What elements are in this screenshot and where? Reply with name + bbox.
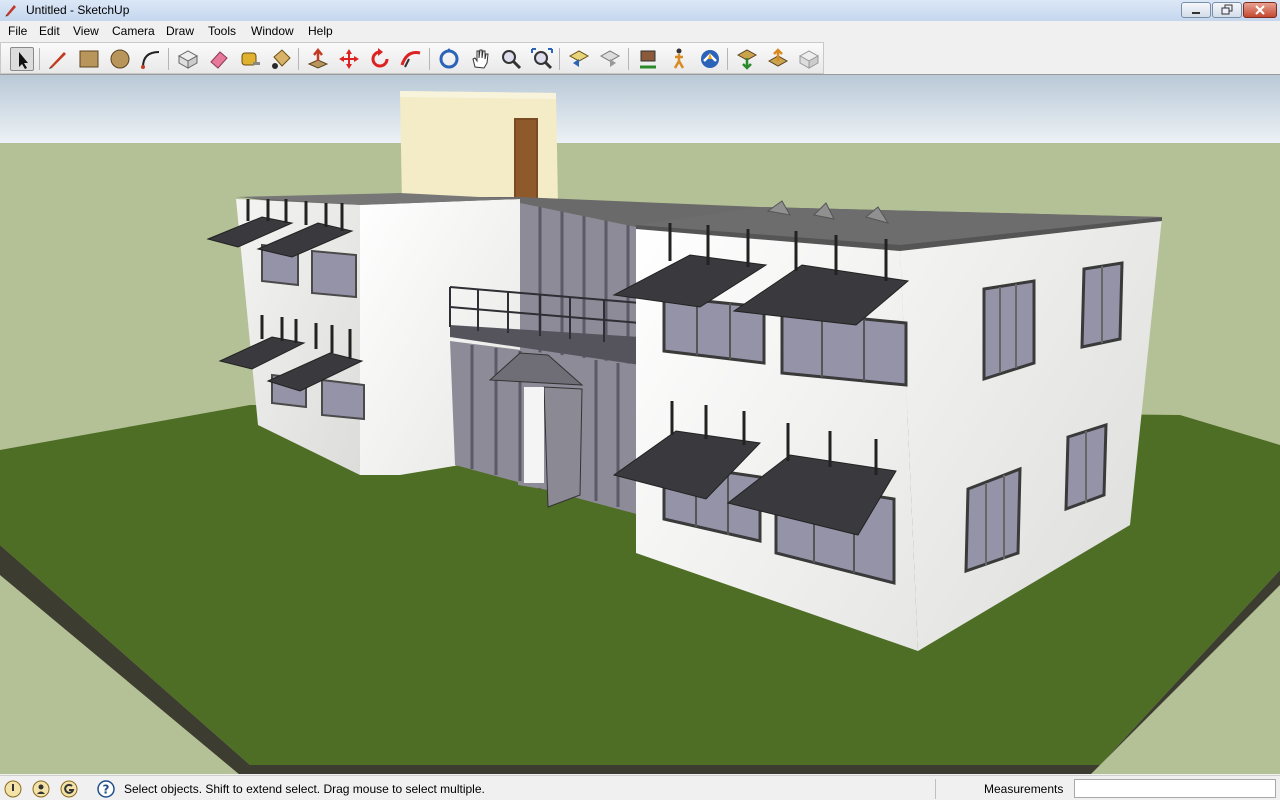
tape-measure-button[interactable] (238, 47, 262, 71)
status-bar: ? Select objects. Shift to extend select… (0, 775, 1280, 800)
measurements-input[interactable] (1074, 779, 1276, 798)
close-button[interactable] (1243, 2, 1277, 18)
follow-me-icon (400, 51, 421, 68)
zoom-extents-icon (531, 48, 553, 70)
pan-tool-button[interactable] (468, 47, 492, 71)
menu-tools[interactable]: Tools (208, 24, 236, 38)
push-pull-button[interactable] (306, 47, 330, 71)
zoom-extents-button[interactable] (530, 47, 554, 71)
follow-me-button[interactable] (399, 47, 423, 71)
share-component-button[interactable] (797, 47, 821, 71)
paint-bucket-icon (272, 49, 291, 69)
geo-location-icon[interactable] (4, 780, 22, 798)
menu-view[interactable]: View (73, 24, 99, 38)
look-around-button[interactable] (698, 47, 722, 71)
eraser-tool-button[interactable] (207, 47, 231, 71)
get-models-button[interactable] (735, 47, 759, 71)
window-title: Untitled - SketchUp (26, 3, 130, 17)
minimize-button[interactable] (1181, 2, 1211, 18)
google-signin-icon[interactable] (60, 780, 78, 798)
restore-icon (1221, 4, 1233, 15)
next-view-icon (599, 50, 621, 67)
status-divider (935, 779, 936, 799)
menu-file[interactable]: File (8, 24, 27, 38)
push-pull-icon (307, 47, 329, 69)
restore-button[interactable] (1212, 2, 1242, 18)
paint-bucket-button[interactable] (269, 47, 293, 71)
next-view-button[interactable] (598, 47, 622, 71)
move-icon (339, 49, 359, 69)
rotate-tool-button[interactable] (368, 47, 392, 71)
look-around-icon (701, 50, 719, 68)
measurements-label: Measurements (984, 782, 1064, 796)
move-tool-button[interactable] (337, 47, 361, 71)
menu-camera[interactable]: Camera (112, 24, 155, 38)
svg-text:?: ? (103, 783, 110, 797)
place-camera-icon (640, 50, 656, 69)
previous-view-button[interactable] (567, 47, 591, 71)
orbit-tool-button[interactable] (437, 47, 461, 71)
select-tool-button[interactable] (10, 47, 34, 71)
drawing-viewport[interactable] (0, 74, 1280, 774)
zoom-icon (502, 50, 522, 70)
pan-hand-icon (472, 49, 489, 69)
menu-help[interactable]: Help (308, 24, 333, 38)
share-model-button[interactable] (766, 47, 790, 71)
sketchup-logo-icon (5, 5, 16, 17)
pencil-line-icon (49, 52, 66, 69)
share-model-icon (767, 48, 789, 67)
minimize-icon (1192, 12, 1200, 14)
menu-window[interactable]: Window (251, 24, 294, 38)
instructor-help-icon[interactable]: ? (97, 780, 115, 798)
share-component-icon (798, 50, 820, 69)
walk-icon (673, 48, 685, 69)
status-hint-text: Select objects. Shift to extend select. … (124, 782, 485, 796)
make-component-icon (177, 50, 199, 69)
circle-tool-button[interactable] (108, 47, 132, 71)
model-scene (0, 75, 1280, 774)
line-tool-button[interactable] (46, 47, 70, 71)
tape-measure-icon (241, 52, 260, 66)
get-models-icon (736, 49, 758, 70)
close-icon (1255, 5, 1265, 15)
orbit-icon (439, 48, 459, 69)
make-component-button[interactable] (176, 47, 200, 71)
arc-tool-button[interactable] (139, 47, 163, 71)
rectangle-icon (79, 50, 99, 68)
menu-bar: File Edit View Camera Draw Tools Window … (0, 21, 1280, 42)
credits-icon[interactable] (32, 780, 50, 798)
walk-tool-button[interactable] (667, 47, 691, 71)
title-bar: Untitled - SketchUp (0, 0, 1280, 22)
rectangle-tool-button[interactable] (77, 47, 101, 71)
select-arrow-icon (19, 52, 28, 69)
toolbar (0, 42, 824, 74)
zoom-tool-button[interactable] (499, 47, 523, 71)
eraser-icon (210, 51, 228, 69)
previous-view-icon (568, 50, 590, 67)
menu-edit[interactable]: Edit (39, 24, 60, 38)
arc-icon (141, 51, 160, 69)
circle-icon (110, 49, 130, 69)
rotate-icon (371, 48, 389, 68)
menu-draw[interactable]: Draw (166, 24, 194, 38)
position-camera-button[interactable] (636, 47, 660, 71)
